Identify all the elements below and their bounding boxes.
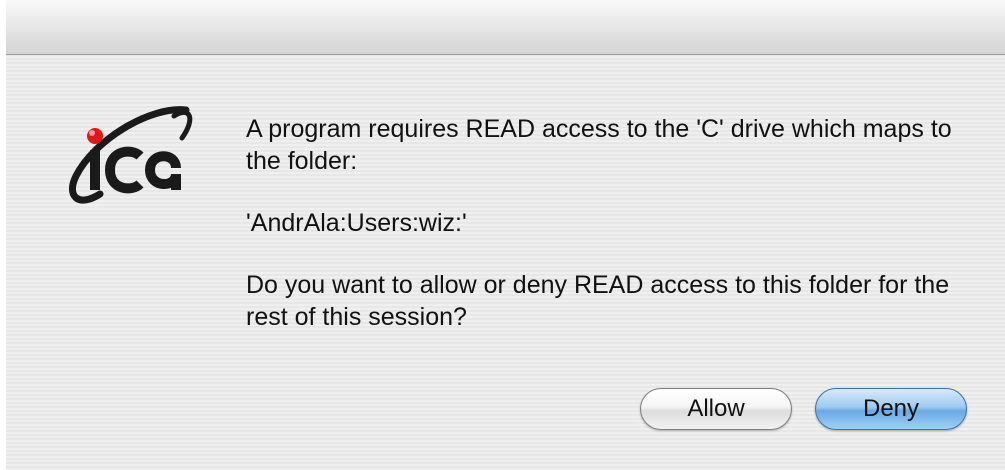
alert-dialog: A program requires READ access to the 'C…: [6, 0, 1005, 470]
message-text: A program requires READ access to the 'C…: [246, 115, 952, 175]
question-text: Do you want to allow or deny READ access…: [246, 271, 950, 331]
ica-logo-icon: [54, 98, 204, 214]
title-bar[interactable]: [6, 0, 1005, 55]
folder-path: 'AndrAla:Users:wiz:': [246, 209, 467, 237]
allow-button[interactable]: Allow: [640, 388, 792, 430]
dialog-message: A program requires READ access to the 'C…: [246, 113, 966, 333]
deny-button[interactable]: Deny: [815, 388, 967, 430]
